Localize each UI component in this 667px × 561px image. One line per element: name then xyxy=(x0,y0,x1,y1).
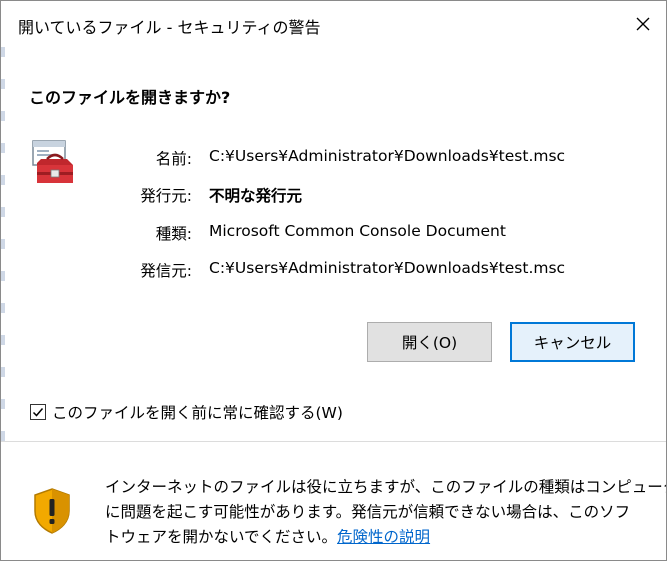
background-window-edge xyxy=(1,47,5,447)
info-row-type: 種類: Microsoft Common Console Document xyxy=(1,222,666,244)
name-value: C:¥Users¥Administrator¥Downloads¥test.ms… xyxy=(209,147,566,165)
type-label: 種類: xyxy=(155,225,192,243)
footer-line-3-text: トウェアを開かないでください。 xyxy=(105,528,338,546)
info-row-name: 名前: C:¥Users¥Administrator¥Downloads¥tes… xyxy=(1,147,666,169)
dialog-question: このファイルを開きますか? xyxy=(29,88,231,107)
publisher-label: 発行元: xyxy=(140,187,192,205)
type-value: Microsoft Common Console Document xyxy=(209,222,506,240)
checkmark-icon xyxy=(32,408,44,417)
window-title: 開いているファイル - セキュリティの警告 xyxy=(18,18,321,37)
shield-warning-icon xyxy=(34,488,70,534)
name-label: 名前: xyxy=(155,150,192,168)
always-ask-checkbox-row[interactable]: このファイルを開く前に常に確認する(W) xyxy=(30,400,343,424)
cancel-button[interactable]: キャンセル xyxy=(510,322,635,362)
from-label: 発信元: xyxy=(140,262,192,280)
footer-line-1: インターネットのファイルは役に立ちますが、このファイルの種類はコンピューター xyxy=(105,478,667,496)
close-icon xyxy=(636,17,650,31)
close-button[interactable] xyxy=(620,1,666,47)
info-row-publisher: 発行元: 不明な発行元 xyxy=(1,184,666,206)
publisher-value: 不明な発行元 xyxy=(209,187,303,205)
footer-line-3: トウェアを開かないでください。危険性の説明 xyxy=(105,525,645,550)
title-bar[interactable]: 開いているファイル - セキュリティの警告 xyxy=(1,1,666,47)
security-warning-dialog: 開いているファイル - セキュリティの警告 このファイルを開きますか? 名前: … xyxy=(0,0,667,561)
info-row-from: 発信元: C:¥Users¥Administrator¥Downloads¥te… xyxy=(1,259,666,281)
open-button[interactable]: 開く(O) xyxy=(367,322,492,362)
footer-warning-text: インターネットのファイルは役に立ちますが、このファイルの種類はコンピューター に… xyxy=(105,475,667,550)
always-ask-checkbox[interactable] xyxy=(30,404,46,420)
footer-line-2: に問題を起こす可能性があります。発信元が信頼できない場合は、このソフ xyxy=(105,503,631,521)
always-ask-label[interactable]: このファイルを開く前に常に確認する(W) xyxy=(52,401,343,423)
from-value: C:¥Users¥Administrator¥Downloads¥test.ms… xyxy=(209,259,566,277)
footer-separator xyxy=(1,441,666,442)
risk-explanation-link[interactable]: 危険性の説明 xyxy=(337,528,430,546)
